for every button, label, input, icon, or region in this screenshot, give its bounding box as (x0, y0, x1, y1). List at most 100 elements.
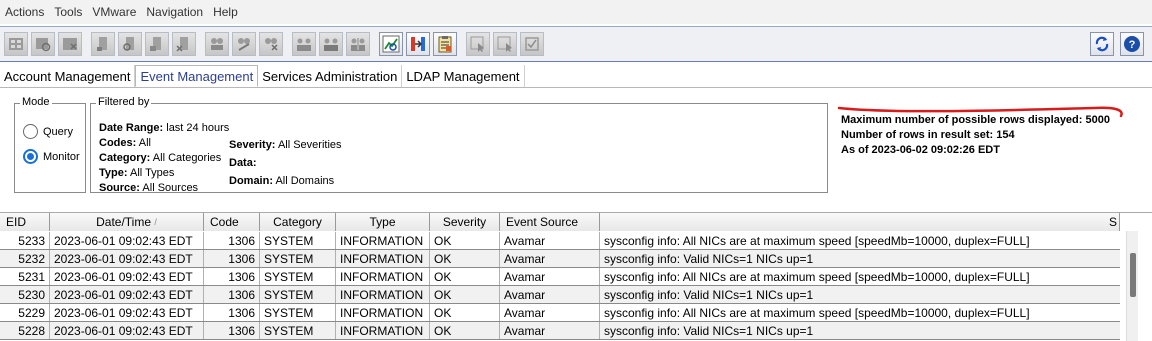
table-row[interactable]: 5228 2023-06-01 09:02:43 EDT 1306 SYSTEM INF… (0, 322, 1120, 340)
client-add-button[interactable] (91, 32, 115, 56)
tab-ldap-management[interactable]: LDAP Management (402, 65, 525, 87)
table-row[interactable]: 5231 2023-06-01 09:02:43 EDT 1306 SYSTEM INF… (0, 268, 1120, 286)
source-label: Source: (99, 182, 140, 194)
cursor-button[interactable] (466, 32, 490, 56)
query-label: Query (43, 125, 73, 138)
grid-search-button[interactable] (31, 32, 55, 56)
col-type-header[interactable]: Type (336, 213, 430, 231)
cell-category: SYSTEM (260, 322, 336, 339)
vertical-scrollbar[interactable] (1126, 231, 1138, 341)
codes-value: All (138, 137, 151, 149)
mode-monitor-option[interactable]: Monitor (23, 149, 80, 164)
cell-datetime: 2023-06-01 09:02:43 EDT (50, 268, 204, 285)
table-header: EID Date/Time / Code Category Type Sever… (0, 213, 1120, 231)
grid-add-button[interactable] (4, 32, 28, 56)
mode-query-option[interactable]: Query (23, 124, 73, 139)
codes-label: Codes: (99, 137, 137, 149)
table-row[interactable]: 5229 2023-06-01 09:02:43 EDT 1306 SYSTEM INF… (0, 304, 1120, 322)
source-row: Source: All Sources (99, 182, 198, 194)
menu-tools[interactable]: Tools (53, 5, 83, 19)
cell-summary: sysconfig info: All NICs are at maximum … (604, 233, 1030, 248)
cell-eid: 5230 (0, 286, 50, 303)
refresh-button[interactable] (1090, 32, 1114, 56)
table-row[interactable]: 5232 2023-06-01 09:02:43 EDT 1306 SYSTEM INF… (0, 250, 1120, 268)
chart-button[interactable] (379, 32, 403, 56)
menu-actions[interactable]: Actions (4, 5, 45, 19)
cell-code: 1306 (204, 250, 260, 267)
cell-code: 1306 (204, 304, 260, 321)
cell-eid: 5229 (0, 304, 50, 321)
grid-delete-button[interactable] (58, 32, 82, 56)
chart-icon (382, 35, 400, 53)
col-source-header[interactable]: Event Source (500, 213, 600, 231)
category-row: Category: All Categories (99, 152, 221, 164)
severity-value: All Severities (277, 139, 342, 151)
mode-group: Mode Query Monitor (14, 96, 86, 193)
col-summary-header[interactable]: S (600, 213, 1120, 231)
users-edit-button[interactable] (319, 32, 343, 56)
users-button[interactable] (292, 32, 316, 56)
users-settings-button[interactable] (346, 32, 370, 56)
cell-eid: 5232 (0, 250, 50, 267)
report-button[interactable] (433, 32, 457, 56)
cell-code: 1306 (204, 268, 260, 285)
table-row[interactable]: 5233 2023-06-01 09:02:43 EDT 1306 SYSTEM INF… (0, 232, 1120, 250)
data-label: Data: (229, 157, 257, 169)
cell-datetime: 2023-06-01 09:02:43 EDT (50, 232, 204, 249)
cell-code: 1306 (204, 322, 260, 339)
users-settings-icon (351, 38, 365, 51)
monitor-radio[interactable] (23, 149, 38, 164)
tab-event-management[interactable]: Event Management (135, 65, 259, 87)
cell-datetime: 2023-06-01 09:02:43 EDT (50, 304, 204, 321)
checkbox-button[interactable] (520, 32, 544, 56)
cursor-select-button[interactable] (493, 32, 517, 56)
transfer-button[interactable] (406, 32, 430, 56)
group-edit-button[interactable] (232, 32, 256, 56)
scrollbar-thumb[interactable] (1130, 253, 1136, 297)
cell-eid: 5233 (0, 232, 50, 249)
cell-category: SYSTEM (260, 268, 336, 285)
transfer-icon (411, 37, 425, 51)
menu-vmware[interactable]: VMware (91, 5, 137, 19)
client-edit-icon (150, 37, 161, 51)
col-severity-label: Severity (442, 215, 487, 229)
client-search-button[interactable] (118, 32, 142, 56)
table-row[interactable]: 5230 2023-06-01 09:02:43 EDT 1306 SYSTEM INF… (0, 286, 1120, 304)
cell-severity: OK (430, 286, 500, 303)
client-edit-button[interactable] (145, 32, 169, 56)
col-code-header[interactable]: Code (204, 213, 260, 231)
monitor-label: Monitor (43, 150, 80, 163)
cell-type: INFORMATION (336, 250, 430, 267)
col-source-label: Event Source (506, 215, 579, 229)
domain-label: Domain: (229, 175, 273, 187)
cell-type: INFORMATION (336, 232, 430, 249)
col-eid-header[interactable]: EID (0, 213, 50, 231)
grid-search-icon (36, 38, 51, 52)
tab-services-administration[interactable]: Services Administration (258, 65, 403, 87)
users-edit-icon (324, 38, 338, 51)
cell-category: SYSTEM (260, 232, 336, 249)
col-severity-header[interactable]: Severity (430, 213, 500, 231)
cell-code: 1306 (204, 286, 260, 303)
filter-group: Filtered by Date Range: last 24 hours Co… (90, 96, 828, 194)
col-datetime-header[interactable]: Date/Time / (50, 213, 204, 231)
help-button[interactable]: ? (1120, 32, 1144, 56)
menu-bar: Actions Tools VMware Navigation Help (0, 0, 1152, 24)
query-radio[interactable] (23, 124, 38, 139)
menu-help[interactable]: Help (212, 5, 239, 19)
as-of-info: As of 2023-06-02 09:02:26 EDT (841, 144, 1000, 156)
cell-severity: OK (430, 322, 500, 339)
menu-navigation[interactable]: Navigation (145, 5, 204, 19)
col-category-header[interactable]: Category (260, 213, 336, 231)
tab-account-management[interactable]: Account Management (0, 65, 136, 87)
col-datetime-label: Date/Time (96, 215, 152, 229)
client-remove-button[interactable] (172, 32, 196, 56)
events-table: EID Date/Time / Code Category Type Sever… (0, 212, 1152, 341)
cursor-select-icon (497, 36, 512, 52)
group-add-button[interactable] (205, 32, 229, 56)
source-value: All Sources (142, 182, 199, 194)
col-type-label: Type (369, 215, 396, 229)
category-label: Category: (99, 152, 151, 164)
group-remove-button[interactable] (259, 32, 283, 56)
cell-summary: sysconfig info: Valid NICs=1 NICs up=1 (604, 287, 814, 302)
